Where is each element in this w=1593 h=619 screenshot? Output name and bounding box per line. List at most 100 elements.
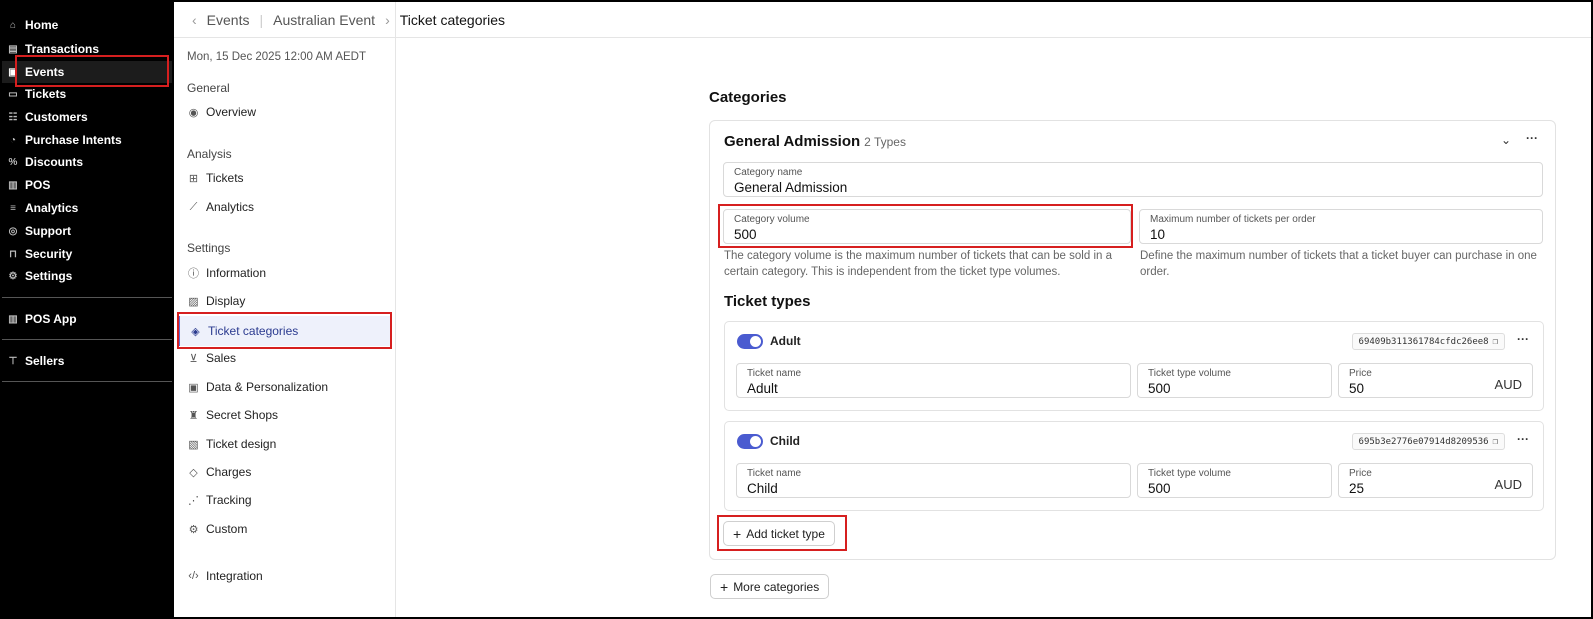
sidebar-item-label: Overview [206, 105, 257, 119]
nav-item-analytics[interactable]: ≡ Analytics [2, 197, 172, 219]
ticket-type-name: Adult [770, 334, 801, 348]
category-volume-help: The category volume is the maximum numbe… [724, 250, 1112, 278]
nav-item-customers[interactable]: ☷ Customers [2, 106, 172, 128]
ticket-type-id-text: 69409b311361784cfdc26ee8 [1358, 336, 1489, 347]
nav-item-discounts[interactable]: % Discounts [2, 151, 172, 173]
main-nav: ⌂ Home ▤ Transactions ▣ Events ▭ Tickets ☷ Cu… [2, 2, 174, 617]
field-label: Ticket name [747, 368, 802, 379]
calendar-icon: ▣ [8, 66, 18, 78]
ticket-type-toggle[interactable] [737, 434, 763, 449]
category-header: General Admission 2 Types [724, 133, 906, 150]
field-value: 500 [1148, 381, 1171, 396]
ticket-type-card: Child 695b3e2776e07914d8209536 ❐ ··· Tick… [724, 421, 1544, 511]
nav-label: Customers [25, 110, 88, 124]
sidebar-item-custom[interactable]: ⚙ Custom [187, 518, 387, 540]
sellers-icon: ⊤ [8, 355, 18, 367]
tag-icon: ◇ [189, 466, 198, 479]
sidebar-item-label: Analytics [206, 200, 255, 214]
ticket-type-toggle[interactable] [737, 334, 763, 349]
settings-icon: ⚙ [8, 270, 18, 282]
layers-icon: ◈ [191, 325, 200, 338]
field-label: Ticket name [747, 468, 802, 479]
sidebar-item-data-personalization[interactable]: ▣ Data & Personalization [187, 376, 387, 398]
category-name-field[interactable]: Category name General Admission [723, 162, 1543, 197]
max-tickets-per-order-field[interactable]: Maximum number of tickets per order 10 [1139, 209, 1543, 244]
category-volume-field[interactable]: Category volume 500 [723, 209, 1131, 244]
sidebar-item-display[interactable]: ▨ Display [187, 290, 387, 312]
nav-item-security[interactable]: ⊓ Security [2, 243, 172, 265]
price-field[interactable]: Price 50 AUD [1338, 363, 1533, 398]
sidebar-item-secret-shops[interactable]: ♜ Secret Shops [187, 404, 387, 426]
nav-label: Sellers [25, 354, 65, 368]
nav-label: Discounts [25, 155, 84, 169]
nav-item-home[interactable]: ⌂ Home [2, 14, 172, 36]
sidebar-item-label: Secret Shops [206, 408, 279, 422]
more-options-icon[interactable]: ··· [1517, 332, 1529, 346]
price-field[interactable]: Price 25 AUD [1338, 463, 1533, 498]
add-ticket-type-button[interactable]: + Add ticket type [723, 521, 835, 546]
sidebar-item-ticket-categories[interactable]: ◈ Ticket categories [178, 316, 392, 346]
nav-item-settings[interactable]: ⚙ Settings [2, 265, 172, 287]
support-icon: ◎ [8, 225, 18, 237]
field-label: Category name [734, 167, 803, 178]
field-value: 10 [1150, 227, 1166, 242]
section-analysis: Analysis [187, 147, 232, 161]
user-card-icon: ▣ [188, 381, 199, 394]
field-value: General Admission [734, 180, 848, 195]
sidebar-item-ticket-design[interactable]: ▧ Ticket design [187, 433, 387, 455]
sidebar-item-integration[interactable]: ‹/› Integration [187, 565, 387, 587]
discount-icon: % [8, 156, 18, 168]
ticket-type-volume-field[interactable]: Ticket type volume 500 [1137, 463, 1332, 498]
nav-divider [2, 297, 172, 298]
nav-item-transactions[interactable]: ▤ Transactions [2, 38, 172, 60]
sidebar-item-tracking[interactable]: ⋰ Tracking [187, 489, 387, 511]
nav-item-events[interactable]: ▣ Events [2, 61, 172, 83]
chevron-down-icon[interactable]: ⌄ [1501, 133, 1511, 147]
sidebar-item-label: Custom [206, 522, 248, 536]
sidebar-item-tickets[interactable]: ⊞ Tickets [187, 167, 387, 189]
nav-item-tickets[interactable]: ▭ Tickets [2, 83, 172, 105]
more-options-icon[interactable]: ··· [1526, 131, 1538, 145]
nav-item-pos[interactable]: ▥ POS [2, 174, 172, 196]
incognito-icon: ♜ [188, 409, 199, 422]
ticket-name-field[interactable]: Ticket name Child [736, 463, 1131, 498]
field-value: Adult [747, 381, 778, 396]
sidebar-item-label: Tracking [206, 493, 252, 507]
line-chart-icon: ⟋ [189, 200, 198, 213]
sidebar-item-analytics[interactable]: ⟋ Analytics [187, 196, 387, 218]
sidebar-item-overview[interactable]: ◉ Overview [187, 101, 387, 123]
nav-divider [2, 381, 172, 382]
nav-item-pos-app[interactable]: ▥ POS App [2, 308, 172, 330]
lock-icon: ⊓ [9, 248, 17, 260]
sidebar-item-label: Ticket categories [208, 324, 299, 338]
copy-icon[interactable]: ❐ [1493, 337, 1498, 347]
ticket-type-id[interactable]: 69409b311361784cfdc26ee8 ❐ [1351, 333, 1505, 350]
table-icon: ⊞ [188, 172, 199, 185]
nav-item-sellers[interactable]: ⊤ Sellers [2, 350, 172, 372]
sidebar-item-sales[interactable]: ⊻ Sales [187, 347, 387, 369]
breadcrumb-current: Ticket categories [399, 11, 506, 28]
nav-label: Settings [25, 269, 73, 283]
ticket-type-volume-field[interactable]: Ticket type volume 500 [1137, 363, 1332, 398]
currency-label: AUD [1494, 477, 1522, 492]
nav-item-purchase-intents[interactable]: ◔ Purchase Intents [2, 129, 172, 151]
ticket-type-id[interactable]: 695b3e2776e07914d8209536 ❐ [1351, 433, 1505, 450]
sidebar-item-label: Sales [206, 351, 237, 365]
ticket-icon: ▭ [8, 88, 18, 100]
sidebar-item-information[interactable]: ⓘ Information [187, 262, 387, 284]
category-card: General Admission 2 Types ⌄ ··· Category … [709, 120, 1556, 560]
copy-icon[interactable]: ❐ [1493, 437, 1498, 447]
sidebar-item-label: Ticket design [206, 437, 277, 451]
ticket-name-field[interactable]: Ticket name Adult [736, 363, 1131, 398]
sidebar-item-charges[interactable]: ◇ Charges [187, 461, 387, 483]
field-label: Ticket type volume [1148, 368, 1231, 379]
pos-app-icon: ▥ [8, 313, 18, 325]
button-label: More categories [733, 579, 820, 594]
ticket-type-card: Adult 69409b311361784cfdc26ee8 ❐ ··· Tick… [724, 321, 1544, 411]
nav-item-support[interactable]: ◎ Support [2, 220, 172, 242]
ticket-type-name: Child [770, 434, 800, 448]
sidebar-item-label: Tickets [206, 171, 244, 185]
more-categories-button[interactable]: + More categories [710, 574, 830, 599]
field-value: Child [747, 481, 778, 496]
more-options-icon[interactable]: ··· [1517, 432, 1529, 446]
